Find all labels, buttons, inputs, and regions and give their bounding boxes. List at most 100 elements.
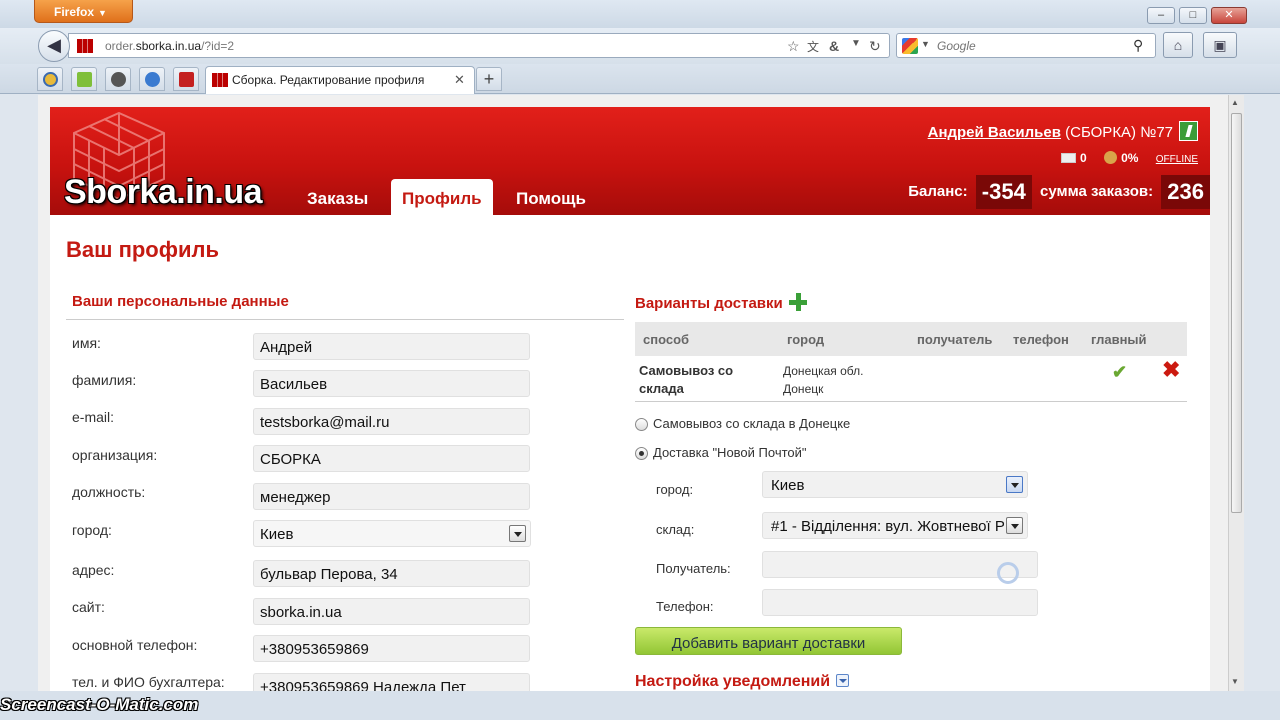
table-row-method: Самовывоз со склада: [639, 363, 734, 396]
delivery-section-title: Варианты доставки: [635, 293, 807, 312]
maximize-button[interactable]: □: [1179, 7, 1207, 24]
puzzle-icon: ▣: [1213, 37, 1227, 53]
radio-pickup[interactable]: [635, 418, 648, 431]
label-phone: Телефон:: [656, 599, 714, 614]
f-app-icon: [77, 72, 92, 87]
app-tab-mail[interactable]: [37, 67, 63, 91]
loading-cursor-icon: [997, 562, 1019, 584]
delete-icon[interactable]: ✖: [1162, 357, 1180, 383]
site-favicon-icon: [77, 39, 93, 53]
delivery-table-header: способ город получатель телефон главный: [635, 322, 1187, 356]
percent-value: 0%: [1121, 151, 1139, 165]
divider: [66, 319, 624, 320]
chevron-down-icon: ▼: [98, 8, 107, 18]
url-bar[interactable]: order.sborka.in.ua/?id=2 ☆ 文 & ▼ ↻: [68, 33, 890, 58]
exit-icon[interactable]: [1179, 121, 1198, 141]
delivery-city-value: Киев: [771, 477, 805, 494]
dropdown-arrow-icon[interactable]: ▼: [851, 38, 861, 49]
app-tab-doc[interactable]: [173, 67, 199, 91]
minimize-button[interactable]: –: [1147, 7, 1175, 24]
col-phone: телефон: [1013, 332, 1069, 347]
radio-pickup-label[interactable]: Самовывоз со склада в Донецке: [653, 416, 850, 431]
offline-status[interactable]: OFFLINE: [1156, 154, 1198, 165]
site-input[interactable]: sborka.in.ua: [253, 598, 530, 625]
chevron-down-icon[interactable]: [1006, 476, 1023, 493]
chevron-down-icon[interactable]: [836, 674, 850, 687]
close-icon[interactable]: ✕: [454, 72, 465, 88]
reload-icon[interactable]: ↻: [869, 38, 881, 55]
new-tab-button[interactable]: +: [476, 67, 502, 91]
label-main-phone: основной телефон:: [72, 637, 198, 653]
label-organization: организация:: [72, 447, 158, 463]
radio-nova-poshta[interactable]: [635, 447, 648, 460]
site-header: Sborka.in.ua Заказы Профиль Помощь Андре…: [50, 107, 1210, 215]
city-select[interactable]: Киев: [253, 520, 531, 547]
bookmark-star-icon[interactable]: ☆: [787, 38, 800, 55]
app-tab-compass[interactable]: [139, 67, 165, 91]
search-icon[interactable]: ⚲: [1133, 37, 1143, 54]
delivery-city-select[interactable]: Киев: [762, 471, 1028, 498]
google-icon[interactable]: [902, 38, 918, 54]
search-input[interactable]: [937, 39, 1127, 53]
home-button[interactable]: ⌂: [1163, 32, 1193, 58]
personal-section-title: Ваши персональные данные: [72, 293, 289, 310]
compass-app-icon: [145, 72, 160, 87]
label-accountant: тел. и ФИО бухгалтера:: [72, 674, 225, 690]
tab-active[interactable]: Сборка. Редактирование профиля ✕: [205, 66, 475, 94]
addon-button[interactable]: ▣: [1203, 32, 1237, 58]
warehouse-select[interactable]: #1 - Відділення: вул. Жовтневої Р: [762, 512, 1028, 539]
page-viewport: Sborka.in.ua Заказы Профиль Помощь Андре…: [38, 95, 1228, 691]
divider: [635, 401, 1187, 402]
ampersand-icon[interactable]: &: [829, 38, 839, 54]
label-position: должность:: [72, 484, 146, 500]
scroll-up-icon[interactable]: ▲: [1231, 98, 1239, 107]
nav-profile[interactable]: Профиль: [391, 179, 493, 215]
scroll-down-icon[interactable]: ▼: [1231, 677, 1239, 686]
close-window-button[interactable]: ✕: [1211, 7, 1247, 24]
table-row-city: Донецкая обл. Донецк: [783, 364, 864, 396]
firefox-menu-button[interactable]: Firefox ▼: [34, 0, 133, 23]
back-button[interactable]: ◀: [38, 30, 70, 62]
balance-label: Баланс:: [908, 182, 968, 200]
label-city: город:: [72, 522, 112, 538]
nav-orders[interactable]: Заказы: [296, 179, 379, 215]
app-tab-som[interactable]: [105, 67, 131, 91]
envelope-icon[interactable]: [1061, 153, 1077, 163]
position-input[interactable]: менеджер: [253, 483, 530, 510]
plus-icon[interactable]: [788, 293, 807, 311]
add-delivery-button[interactable]: Добавить вариант доставки: [635, 627, 902, 655]
label-last-name: фамилия:: [72, 372, 137, 388]
checkmark-icon[interactable]: ✔: [1112, 362, 1127, 383]
site-logo[interactable]: Sborka.in.ua: [64, 173, 263, 212]
col-method: способ: [643, 332, 690, 347]
mail-app-icon: [43, 72, 58, 87]
accountant-input[interactable]: +380953659869 Надежда Пет: [253, 673, 530, 691]
address-input[interactable]: бульвар Перова, 34: [253, 560, 530, 587]
nav-help[interactable]: Помощь: [505, 179, 597, 215]
messages-count: 0: [1080, 151, 1087, 165]
main-phone-input[interactable]: +380953659869: [253, 635, 530, 662]
last-name-input[interactable]: Васильев: [253, 370, 530, 397]
app-tab-f[interactable]: [71, 67, 97, 91]
email-input[interactable]: testsborka@mail.ru: [253, 408, 530, 435]
chevron-down-icon[interactable]: [1006, 517, 1023, 534]
watermark: Screencast-O-Matic.com: [0, 695, 199, 714]
organization-input[interactable]: СБОРКА: [253, 445, 530, 472]
label-warehouse: склад:: [656, 522, 695, 537]
first-name-input[interactable]: Андрей: [253, 333, 530, 360]
chevron-down-icon[interactable]: ▼: [921, 39, 930, 49]
search-bar[interactable]: ▼ ⚲: [896, 33, 1156, 58]
user-name-link[interactable]: Андрей Васильев: [928, 124, 1061, 141]
chevron-down-icon[interactable]: [509, 525, 526, 542]
site-favicon-icon: [212, 73, 228, 87]
phone-input[interactable]: [762, 589, 1038, 616]
document-app-icon: [179, 72, 194, 87]
scrollbar-thumb[interactable]: [1231, 113, 1242, 513]
radio-nova-poshta-label[interactable]: Доставка "Новой Почтой": [653, 445, 807, 460]
translate-icon[interactable]: 文: [807, 38, 819, 55]
notifications-section-title[interactable]: Настройка уведомлений: [635, 673, 850, 691]
warehouse-value: #1 - Відділення: вул. Жовтневої Р: [771, 518, 1005, 535]
url-text[interactable]: order.sborka.in.ua/?id=2: [105, 39, 234, 53]
page-scrollbar[interactable]: ▲ ▼: [1228, 95, 1244, 691]
label-email: e-mail:: [72, 409, 115, 425]
